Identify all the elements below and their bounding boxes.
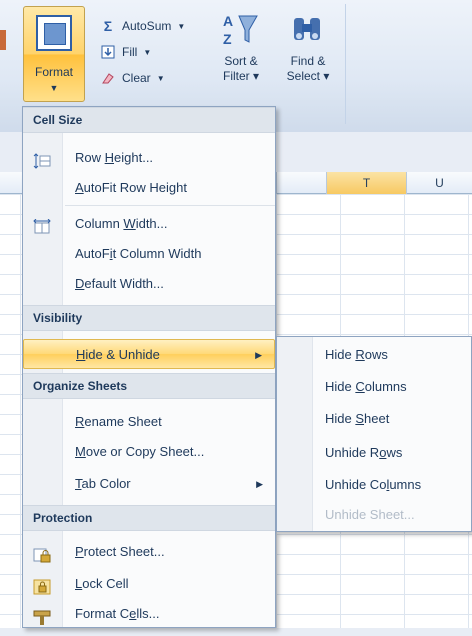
autosum-button[interactable]: Σ AutoSum ▼ [100, 16, 185, 36]
section-visibility: Visibility [23, 305, 275, 331]
hide-unhide-item[interactable]: Hide & Unhide ▶ [23, 339, 275, 369]
hide-sheet-item[interactable]: Hide Sheet [277, 403, 471, 435]
hide-rows-item[interactable]: Hide Rows [277, 339, 471, 371]
autofit-column-width-label: AutoFit Column Width [75, 246, 202, 261]
hide-columns-item[interactable]: Hide Columns [277, 371, 471, 403]
lock-cell-label: Lock Cell [75, 576, 129, 591]
submenu-arrow-icon: ▶ [256, 479, 263, 489]
ribbon-partial-icon [0, 30, 6, 50]
hide-unhide-label: Hide & Unhide [76, 347, 160, 362]
menu-separator [65, 205, 275, 206]
hide-rows-label: Hide Rows [325, 347, 388, 362]
hide-columns-label: Hide Columns [325, 379, 407, 394]
clear-label: Clear [122, 71, 151, 85]
protect-sheet-label: Protect Sheet... [75, 544, 165, 559]
sort-filter-button[interactable]: AZ Sort & Filter ▾ [213, 10, 269, 102]
protect-sheet-item[interactable]: Protect Sheet... [23, 537, 275, 567]
submenu-arrow-icon: ▶ [255, 350, 262, 360]
sort-filter-label-2: Filter ▾ [222, 69, 260, 83]
unhide-columns-item[interactable]: Unhide Columns [277, 469, 471, 501]
lock-cell-icon [33, 576, 51, 595]
rename-sheet-label: Rename Sheet [75, 414, 162, 429]
row-height-icon [33, 150, 51, 169]
lock-cell-item[interactable]: Lock Cell [23, 569, 275, 599]
unhide-sheet-item[interactable]: Unhide Sheet... [277, 499, 471, 531]
protect-sheet-icon [33, 544, 51, 563]
section-cell-size: Cell Size [23, 107, 275, 133]
rename-sheet-item[interactable]: Rename Sheet [23, 407, 275, 437]
move-copy-sheet-item[interactable]: Move or Copy Sheet... [23, 437, 275, 467]
format-menu: Cell Size Row Height... AutoFit Row Heig… [22, 106, 276, 628]
unhide-sheet-label: Unhide Sheet... [325, 507, 415, 522]
sort-filter-icon: AZ [223, 10, 259, 48]
chevron-down-icon: ▼ [156, 73, 165, 83]
format-button[interactable]: Format ▼ [23, 6, 85, 102]
ribbon-divider [345, 4, 346, 124]
unhide-rows-item[interactable]: Unhide Rows [277, 437, 471, 469]
tab-color-item[interactable]: Tab Color ▶ [23, 469, 275, 499]
chevron-down-icon: ▼ [177, 21, 186, 31]
section-protection: Protection [23, 505, 275, 531]
format-label: Format [34, 65, 73, 79]
format-cells-item[interactable]: Format Cells... [23, 599, 275, 629]
column-header-s[interactable] [276, 172, 326, 194]
find-select-icon [290, 10, 326, 48]
svg-text:Z: Z [223, 31, 232, 47]
row-height-item[interactable]: Row Height... [23, 143, 275, 173]
column-width-label: Column Width... [75, 216, 168, 231]
autosum-label: AutoSum [122, 19, 172, 33]
autofit-row-height-item[interactable]: AutoFit Row Height [23, 173, 275, 203]
column-width-item[interactable]: Column Width... [23, 209, 275, 239]
move-copy-sheet-label: Move or Copy Sheet... [75, 444, 205, 459]
unhide-columns-label: Unhide Columns [325, 477, 422, 492]
autofit-row-height-label: AutoFit Row Height [75, 180, 187, 195]
column-header-u[interactable]: U [406, 172, 472, 194]
unhide-rows-label: Unhide Rows [325, 445, 403, 460]
fill-button[interactable]: Fill ▼ [100, 42, 151, 62]
section-organize-sheets: Organize Sheets [23, 373, 275, 399]
hide-sheet-label: Hide Sheet [325, 411, 390, 426]
row-height-label: Row Height... [75, 150, 154, 165]
clear-button[interactable]: Clear ▼ [100, 68, 165, 88]
clear-icon [100, 70, 116, 86]
find-select-button[interactable]: Find & Select ▾ [280, 10, 336, 102]
default-width-item[interactable]: Default Width... [23, 269, 275, 299]
find-select-label-1: Find & [290, 54, 326, 68]
sort-filter-label-1: Sort & [224, 54, 258, 68]
chevron-down-icon: ▼ [143, 47, 152, 57]
autosum-icon: Σ [103, 18, 113, 34]
fill-icon [100, 44, 116, 60]
column-header-t[interactable]: T [326, 172, 406, 194]
fill-label: Fill [122, 45, 138, 59]
format-icon [36, 15, 72, 51]
find-select-label-2: Select ▾ [286, 69, 330, 83]
column-width-icon [33, 216, 51, 234]
format-cells-icon [33, 606, 51, 625]
tab-color-label: Tab Color [75, 476, 131, 491]
hide-unhide-submenu: Hide Rows Hide Columns Hide Sheet Unhide… [276, 336, 472, 532]
default-width-label: Default Width... [75, 276, 164, 291]
chevron-down-icon: ▼ [49, 83, 59, 93]
svg-text:A: A [223, 13, 233, 29]
format-cells-label: Format Cells... [75, 606, 160, 621]
autofit-column-width-item[interactable]: AutoFit Column Width [23, 239, 275, 269]
ribbon-left-edge [0, 20, 10, 90]
